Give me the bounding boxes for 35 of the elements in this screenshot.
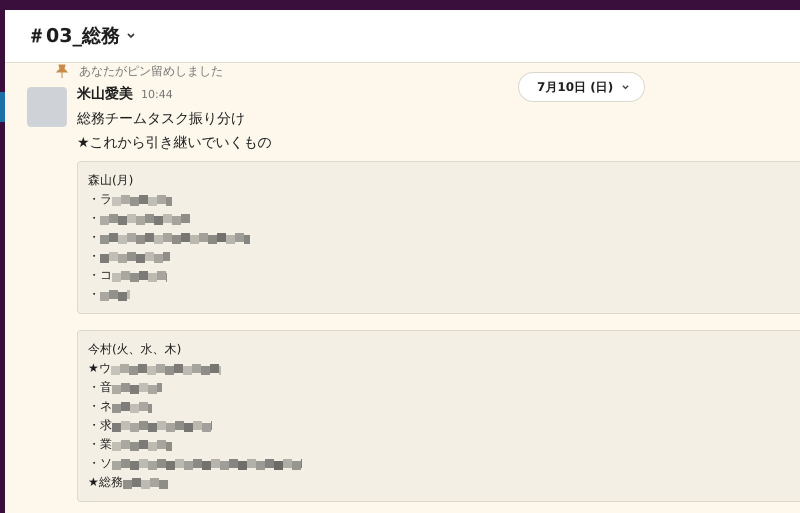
redaction-mosaic-drawing [112, 268, 167, 282]
list-item-text: ・ラ [88, 191, 112, 208]
redaction-mosaic-drawing [112, 380, 162, 394]
chevron-down-icon [621, 84, 630, 90]
list-item-text: ・コ [88, 267, 112, 284]
redaction-mosaic-drawing [122, 476, 168, 490]
redaction-mosaic-drawing [100, 250, 170, 264]
author-name[interactable]: 米山愛美 [77, 85, 133, 103]
message-text: 総務チームタスク振り分け [77, 110, 246, 129]
block-heading: 森山(月) [88, 172, 134, 189]
list-item-text: ・ [88, 248, 100, 265]
redaction-mosaic-drawing [112, 192, 172, 206]
block-heading: 今村(火、水、木) [88, 341, 182, 358]
list-item-text: ・求 [88, 417, 112, 434]
list-item-text: ・ソ [88, 455, 112, 472]
list-item-text: ・ [88, 229, 100, 246]
date-jump-button[interactable]: 7月10日 (日) [518, 72, 646, 102]
list-item-text: ・音 [88, 379, 112, 396]
message-time[interactable]: 10:44 [141, 88, 173, 101]
sidebar-selected-item[interactable] [0, 92, 5, 122]
redaction-mosaic-drawing [112, 400, 152, 414]
list-item-text: ・ [88, 210, 100, 227]
channel-title[interactable]: ＃03_総務 [27, 23, 136, 49]
chevron-down-icon [126, 32, 136, 40]
list-item-text: ・業 [88, 436, 112, 453]
redaction-mosaic-drawing [112, 438, 172, 452]
list-item-text: ・ネ [88, 398, 112, 415]
list-item-text: ・ [88, 286, 100, 303]
message-text: ★これから引き継いでいくもの [77, 134, 273, 153]
list-item-text: ★ウ [88, 360, 111, 377]
list-item-text: ★総務 [88, 474, 123, 491]
redaction-mosaic-drawing [100, 288, 130, 302]
avatar-photo-placeholder [27, 87, 67, 127]
pin-icon [55, 64, 69, 78]
pin-notice: あなたがピン留めしました [79, 62, 223, 80]
